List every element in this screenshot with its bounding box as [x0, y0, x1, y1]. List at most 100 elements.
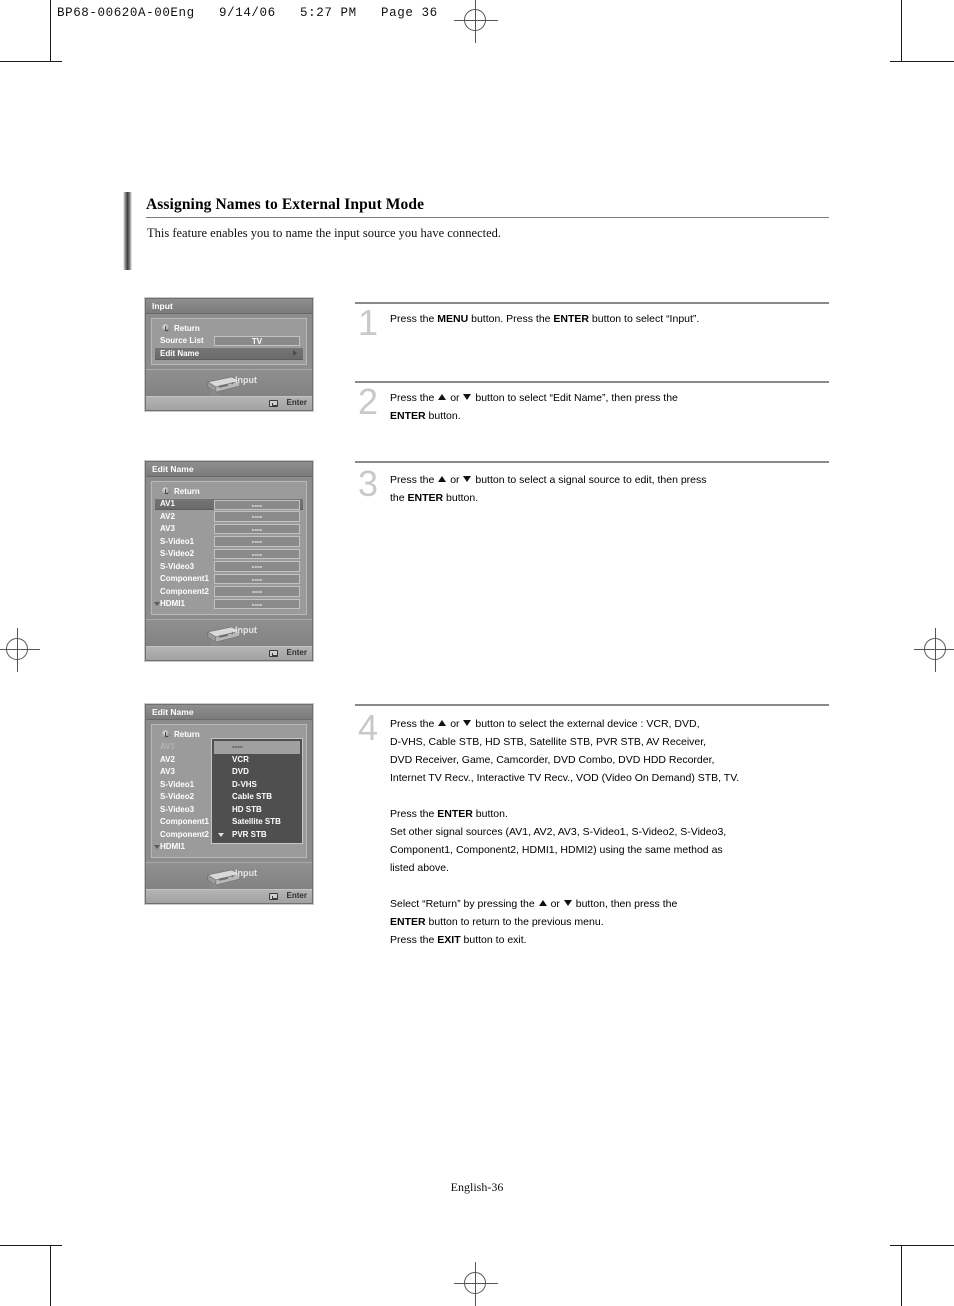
osd-row-label: Component1 [160, 817, 209, 827]
osd-row-value[interactable]: TV [214, 335, 300, 346]
dropdown-item-cable-stb[interactable]: Cable STB [214, 791, 300, 804]
osd-enter-label: Enter [286, 397, 307, 407]
osd-row-component1[interactable]: Component1 ---- [155, 573, 303, 586]
osd-row-av1[interactable]: AV1 ---- [155, 497, 303, 510]
step-line: Select “Return” by pressing the or butto… [390, 898, 678, 910]
emphasis-text: ENTER [390, 916, 426, 928]
emphasis-text: ENTER [407, 492, 444, 504]
osd-row-value[interactable]: ---- [214, 561, 300, 572]
step-line: Press the EXIT button to exit. [390, 934, 527, 946]
osd-row-s-video2[interactable]: S-Video2 ---- [155, 548, 303, 561]
osd-row-label: AV1 [160, 499, 175, 509]
registration-mark-left [0, 628, 40, 672]
step-line: Press the or button to select “Edit Name… [390, 392, 678, 404]
registration-mark-right [914, 628, 954, 672]
osd-row-label: AV3 [160, 524, 175, 534]
dropdown-item-label: DVD [232, 767, 249, 776]
osd-row-label: HDMI1 [160, 842, 185, 852]
step-body-4: Press the or button to select the extern… [390, 715, 835, 949]
osd-row-value[interactable]: ---- [214, 499, 300, 510]
device-name-dropdown[interactable]: ---- VCR DVD D-VHS Cable STB HD STB Satellite … [211, 738, 303, 844]
step-divider [355, 302, 829, 304]
dropdown-item--[interactable]: ---- [214, 741, 300, 754]
osd-footer: Input [146, 368, 312, 396]
osd-row-av3[interactable]: AV3 ---- [155, 523, 303, 536]
step-line: Component1, Component2, HDMI1, HDMI2) us… [390, 844, 723, 856]
dropdown-item-dvd[interactable]: DVD [214, 766, 300, 779]
osd-row-label: S-Video1 [160, 779, 195, 789]
osd-menu-list: Return AV1 ---- AV2 ---- AV3 ---- S-Video1 ---- S… [151, 481, 307, 615]
step-line: D-VHS, Cable STB, HD STB, Satellite STB,… [390, 736, 707, 748]
osd-row-label: AV3 [160, 767, 175, 777]
crop-mark-right-lower-horizontal [890, 1245, 954, 1246]
osd-row-return[interactable]: Return [155, 322, 303, 335]
return-icon [162, 730, 170, 739]
dropdown-item-vcr[interactable]: VCR [214, 754, 300, 767]
dropdown-item-label: PVR STB [232, 829, 267, 839]
scroll-down-caret-icon [154, 601, 160, 606]
dropdown-item-label: VCR [232, 754, 249, 764]
osd-menu-list: Return Source List TV Edit Name [151, 318, 307, 365]
step-body-2: Press the or button to select “Edit Name… [390, 389, 835, 425]
title-divider [146, 217, 829, 218]
step-line: Press the ENTER button. [390, 808, 508, 820]
osd-row-hdmi1[interactable]: HDMI1 ---- [154, 598, 303, 611]
step-line: Internet TV Recv., Interactive TV Recv.,… [390, 772, 740, 784]
print-header-text: BP68-00620A-00Eng 9/14/06 5:27 PM Page 3… [57, 6, 438, 20]
enter-key-icon [269, 399, 278, 407]
dropdown-item-pvr-stb[interactable]: PVR STB [214, 829, 300, 842]
osd-row-source-list[interactable]: Source List TV [155, 335, 303, 348]
osd-title: Input [146, 299, 312, 314]
step-line: Press the or button to select the extern… [390, 718, 700, 730]
step-number-1: 1 [358, 302, 379, 343]
osd-row-label: Component1 [160, 574, 209, 584]
osd-row-value[interactable]: ---- [214, 511, 300, 522]
section-accent-bar [123, 192, 132, 270]
osd-row-s-video3[interactable]: S-Video3 ---- [155, 560, 303, 573]
osd-row-label: Return [174, 323, 200, 333]
step-line: ENTER button. [390, 410, 461, 422]
osd-row-value[interactable]: ---- [214, 586, 300, 597]
step-divider [355, 704, 829, 706]
dropdown-item-satellite-stb[interactable]: Satellite STB [214, 816, 300, 829]
dropdown-item-label: Satellite STB [232, 817, 281, 826]
page-number-footer: English-36 [450, 1180, 504, 1194]
dropdown-scroll-caret-icon [218, 832, 224, 837]
osd-row-value[interactable]: ---- [214, 523, 300, 534]
step-number-2: 2 [358, 381, 379, 422]
osd-row-label: Component2 [160, 829, 209, 839]
down-arrow-icon [463, 394, 472, 400]
osd-row-value[interactable]: ---- [214, 598, 300, 609]
emphasis-text: ENTER [390, 410, 426, 422]
osd-row-s-video1[interactable]: S-Video1 ---- [155, 535, 303, 548]
step-line: the ENTER button. [390, 492, 479, 504]
down-arrow-icon [463, 476, 472, 482]
down-arrow-icon [563, 900, 572, 906]
osd-row-edit-name[interactable]: Edit Name [155, 347, 303, 360]
osd-row-value[interactable]: ---- [214, 548, 300, 559]
emphasis-text: EXIT [437, 934, 461, 946]
osd-panel-edit-name-menu: Edit Name Return AV1 ---- AV2 ---- AV3 ---- S-Vi… [145, 461, 313, 661]
step-number-4: 4 [358, 707, 379, 748]
crop-mark-top-left-vertical [50, 0, 51, 62]
return-icon [162, 324, 170, 333]
step-divider [355, 381, 829, 383]
osd-row-av2[interactable]: AV2 ---- [155, 510, 303, 523]
osd-row-component2[interactable]: Component2 ---- [155, 585, 303, 598]
osd-enter-label: Enter [286, 648, 307, 657]
osd-row-value[interactable]: ---- [214, 536, 300, 547]
crop-mark-bottom-right-vertical [901, 1245, 902, 1306]
osd-row-return[interactable]: Return [155, 485, 303, 498]
enter-key-icon [269, 650, 278, 657]
page-title: Assigning Names to External Input Mode [146, 196, 425, 213]
up-arrow-icon [438, 394, 447, 400]
step-line: Press the or button to select a signal s… [390, 474, 707, 486]
osd-enter-label: Enter [286, 891, 307, 900]
emphasis-text: MENU [437, 313, 469, 325]
dropdown-item-hd-stb[interactable]: HD STB [214, 804, 300, 817]
osd-row-value[interactable]: ---- [214, 573, 300, 584]
step-divider [355, 461, 829, 463]
dropdown-item-d-vhs[interactable]: D-VHS [214, 779, 300, 792]
osd-row-label: S-Video2 [160, 549, 195, 559]
